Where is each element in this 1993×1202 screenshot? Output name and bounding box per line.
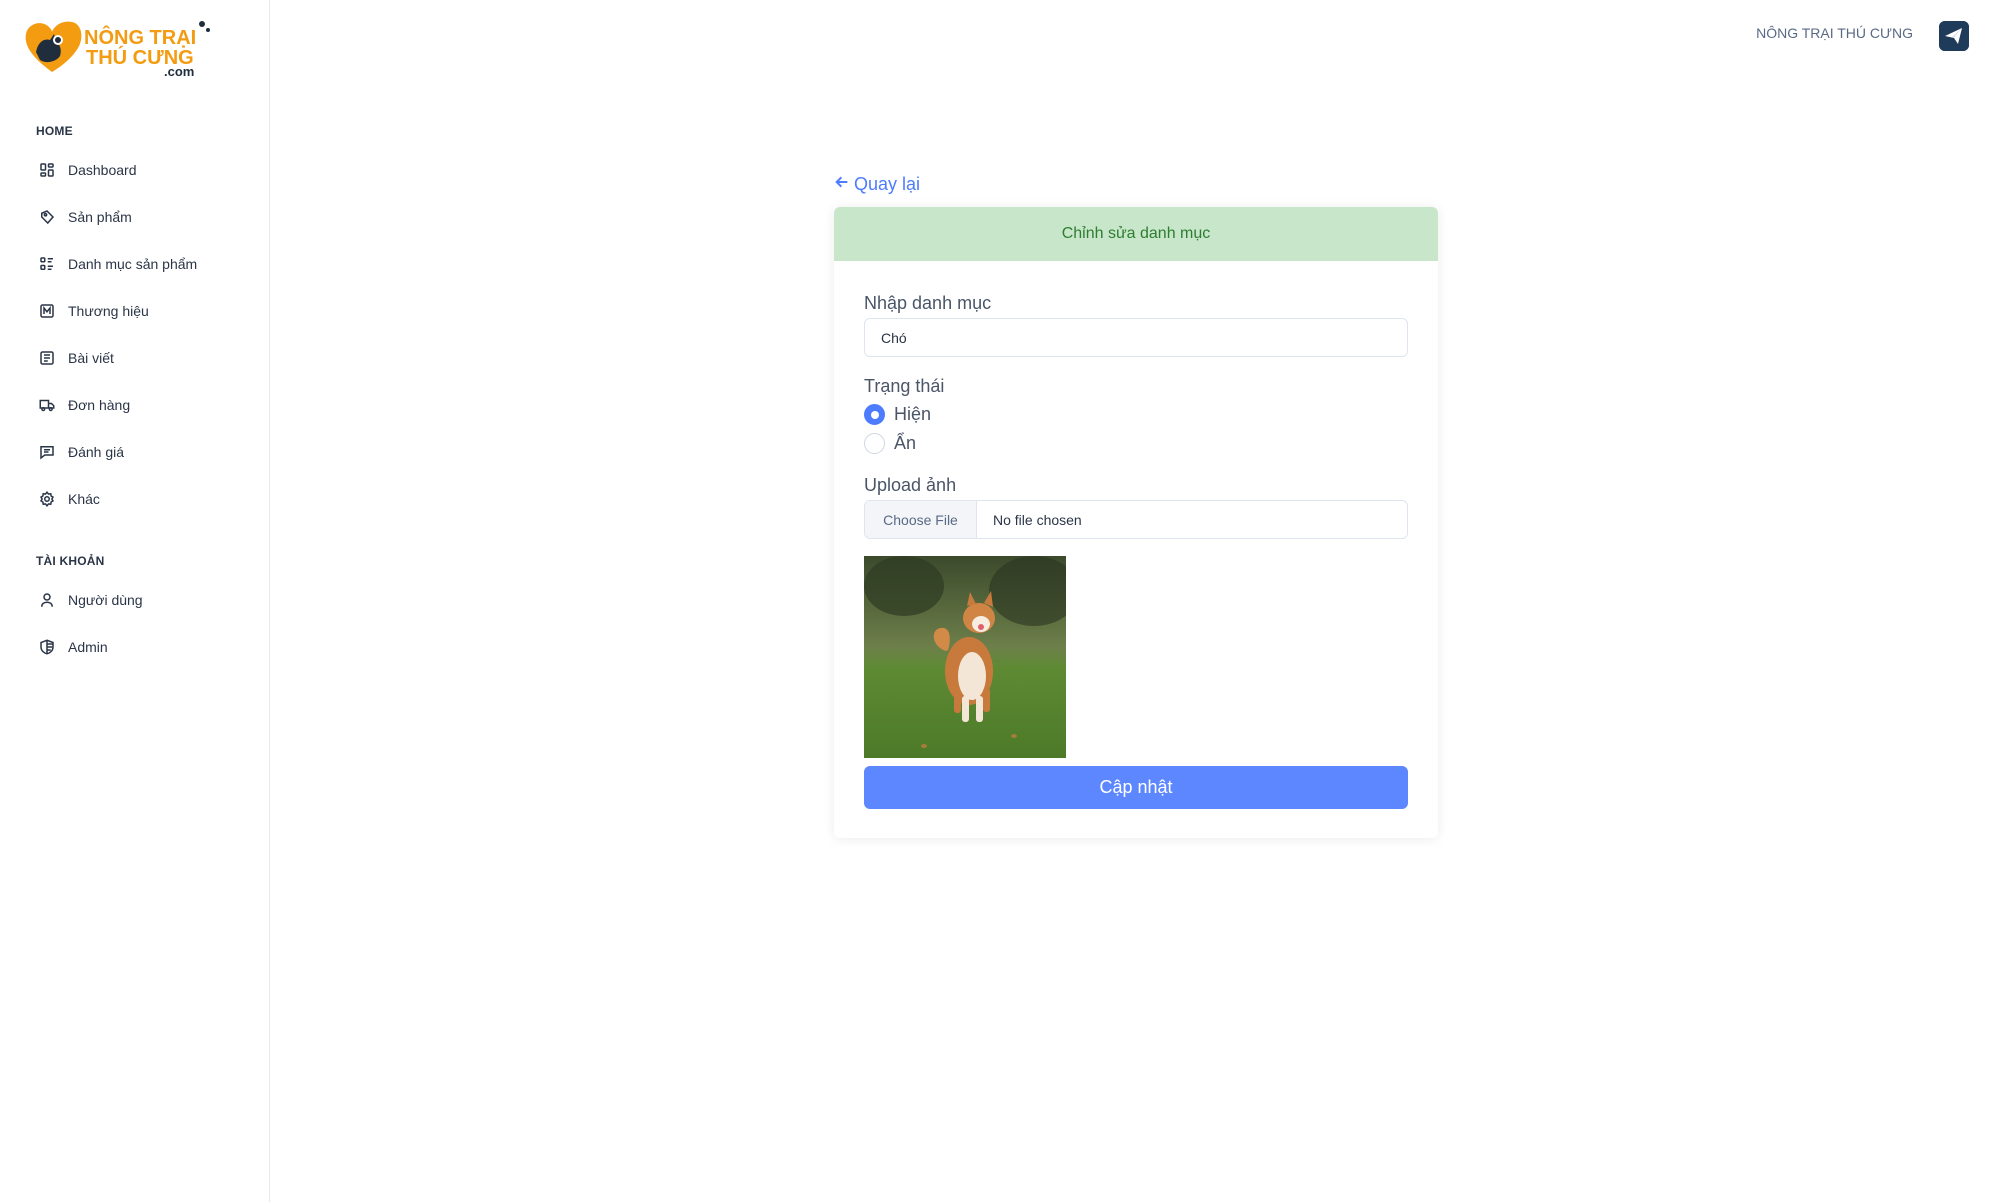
avatar[interactable] (1939, 21, 1969, 51)
sidebar-item-label: Dashboard (68, 162, 137, 178)
status-option-label: Hiện (894, 404, 932, 424)
status-option-label: Ẩn (894, 433, 917, 453)
sidebar-item-articles[interactable]: Bài viết (28, 338, 254, 378)
sidebar-item-brands[interactable]: Thương hiệu (28, 291, 254, 331)
update-button[interactable]: Cập nhật (864, 766, 1408, 809)
category-label: Nhập danh mục (864, 293, 992, 313)
upload-label: Upload ảnh (864, 475, 957, 495)
sidebar-item-orders[interactable]: Đơn hàng (28, 385, 254, 425)
settings-icon (30, 490, 64, 508)
card-title: Chỉnh sửa danh mục (834, 207, 1438, 261)
sidebar-item-label: Đơn hàng (68, 397, 131, 413)
product-tag-icon (30, 208, 64, 226)
category-image-preview (864, 556, 1066, 758)
sidebar-item-label: Admin (68, 639, 108, 655)
status-option-hide[interactable]: Ẩn (864, 433, 916, 454)
truck-delivery-icon (30, 396, 64, 414)
radio-button-checked[interactable] (864, 404, 885, 425)
sidebar-item-label: Danh mục sản phẩm (68, 256, 198, 272)
status-label: Trạng thái (864, 376, 945, 396)
sidebar-item-label: Đánh giá (68, 444, 125, 460)
sidebar-item-label: Sản phẩm (68, 209, 132, 225)
status-option-show[interactable]: Hiện (864, 404, 931, 425)
sidebar-item-users[interactable]: Người dùng (28, 580, 254, 620)
file-status-text: No file chosen (993, 511, 1082, 528)
sidebar-item-label: Thương hiệu (68, 303, 149, 319)
sidebar-item-categories[interactable]: Danh mục sản phẩm (28, 244, 254, 284)
sidebar: NÔNG TRẠI THÚ CƯNG .com HOME Dashboard S… (0, 0, 270, 1202)
brand-logo[interactable]: NÔNG TRẠI THÚ CƯNG .com (22, 12, 212, 78)
sidebar-item-label: Người dùng (68, 592, 143, 608)
svg-text:NÔNG TRẠI: NÔNG TRẠI (84, 25, 196, 49)
choose-file-button[interactable]: Choose File (865, 501, 977, 538)
file-upload-input[interactable]: Choose File No file chosen (864, 500, 1408, 539)
back-link-label: Quay lại (854, 174, 921, 194)
sidebar-item-label: Khác (68, 491, 100, 507)
sidebar-item-dashboard[interactable]: Dashboard (28, 150, 254, 190)
section-title-home: HOME (36, 124, 73, 138)
shield-icon (30, 638, 64, 656)
sidebar-item-reviews[interactable]: Đánh giá (28, 432, 254, 472)
article-icon (30, 349, 64, 367)
list-details-icon (30, 255, 64, 273)
brand-icon (30, 302, 64, 320)
section-title-account: TÀI KHOẢN (36, 554, 105, 568)
svg-text:.com: .com (164, 64, 194, 78)
category-input[interactable] (864, 318, 1408, 357)
header-brand-name: NÔNG TRẠI THÚ CƯNG (1756, 25, 1913, 41)
sidebar-item-label: Bài viết (68, 350, 114, 366)
arrow-left-icon (834, 174, 850, 195)
sidebar-item-admin[interactable]: Admin (28, 627, 254, 667)
edit-category-card: Chỉnh sửa danh mục Nhập danh mục Trạng t… (834, 207, 1438, 838)
dashboard-icon (30, 161, 64, 179)
radio-button[interactable] (864, 433, 885, 454)
back-link[interactable]: Quay lại (834, 174, 920, 195)
message-icon (30, 443, 64, 461)
sidebar-item-other[interactable]: Khác (28, 479, 254, 519)
sidebar-item-products[interactable]: Sản phẩm (28, 197, 254, 237)
user-icon (30, 591, 64, 609)
